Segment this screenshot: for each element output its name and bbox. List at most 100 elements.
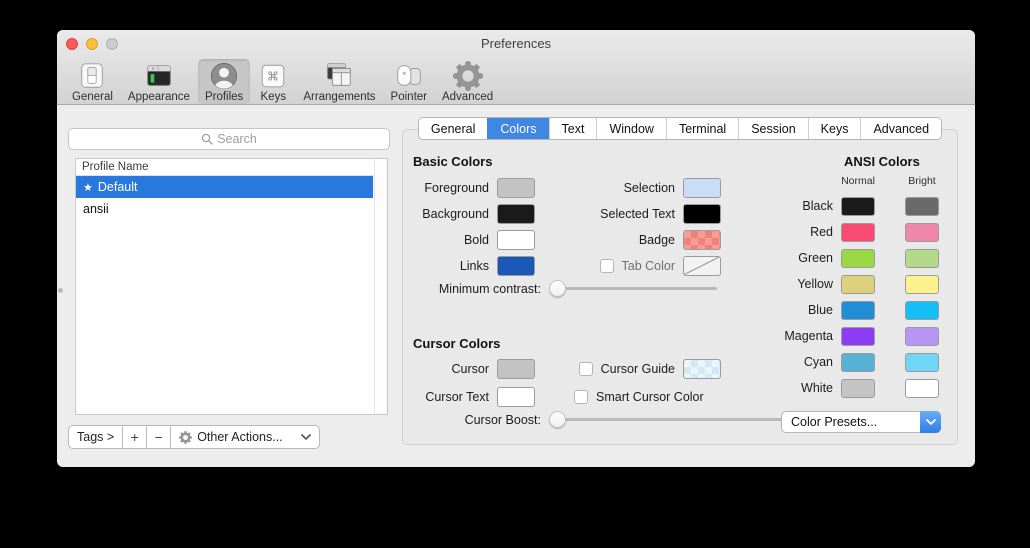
other-actions-label: Other Actions... (197, 430, 282, 444)
toolbar-item-advanced[interactable]: Advanced (435, 59, 500, 104)
minimum-contrast-label: Minimum contrast: (413, 282, 541, 296)
ansi-red-bright-well[interactable] (905, 223, 939, 242)
ansi-label: Cyan (804, 355, 833, 369)
search-icon (201, 133, 213, 145)
ansi-label: Magenta (784, 329, 833, 343)
ansi-black-normal-well[interactable] (841, 197, 875, 216)
ansi-magenta-bright-well[interactable] (905, 327, 939, 346)
cursor-text-label: Cursor Text (425, 390, 489, 404)
profile-name: ansii (83, 202, 109, 216)
ansi-label: Blue (808, 303, 833, 317)
links-label: Links (460, 259, 489, 273)
selection-color-well[interactable] (683, 178, 721, 198)
minimum-contrast-slider[interactable] (549, 280, 717, 297)
minimum-contrast-row: Minimum contrast: (413, 280, 717, 297)
appearance-window-icon: × (144, 61, 174, 91)
ansi-white-bright-well[interactable] (905, 379, 939, 398)
title-bar: Preferences (57, 30, 975, 57)
slider-knob[interactable] (549, 280, 566, 297)
tab-general[interactable]: General (419, 118, 487, 139)
cursor-guide-checkbox[interactable] (579, 362, 593, 376)
cursor-boost-label: Cursor Boost: (413, 413, 541, 427)
profile-row-ansii[interactable]: ansii (76, 198, 373, 220)
selected-text-row: Selected Text (503, 204, 721, 224)
tab-text[interactable]: Text (549, 118, 597, 139)
ansi-normal-header: Normal (841, 175, 875, 187)
tab-window[interactable]: Window (596, 118, 665, 139)
ansi-white-normal-well[interactable] (841, 379, 875, 398)
tab-color-checkbox[interactable] (600, 259, 614, 273)
ansi-blue-normal-well[interactable] (841, 301, 875, 320)
profiles-person-icon (209, 61, 239, 91)
slider-track (549, 287, 717, 290)
splitter-handle-dot[interactable] (58, 288, 63, 293)
add-profile-button[interactable]: + (123, 425, 147, 449)
ansi-magenta-normal-well[interactable] (841, 327, 875, 346)
toolbar-item-profiles[interactable]: Profiles (198, 59, 250, 104)
toolbar-label: Keys (261, 91, 287, 103)
badge-row: Badge (503, 230, 721, 250)
svg-text:×: × (151, 66, 154, 72)
window-title: Preferences (57, 36, 975, 51)
ansi-cyan-bright-well[interactable] (905, 353, 939, 372)
toolbar-label: Arrangements (303, 91, 375, 103)
ansi-black-bright-well[interactable] (905, 197, 939, 216)
smart-cursor-checkbox[interactable] (574, 390, 588, 404)
bold-label: Bold (464, 233, 489, 247)
color-presets-dropdown[interactable]: Color Presets... (781, 411, 941, 433)
remove-profile-button[interactable]: − (147, 425, 171, 449)
color-presets-label: Color Presets... (782, 415, 920, 429)
ansi-cyan-normal-well[interactable] (841, 353, 875, 372)
settings-tab-bar: General Colors Text Window Terminal Sess… (408, 117, 952, 140)
cursor-guide-row: Cursor Guide (503, 359, 721, 379)
ansi-row-cyan: Cyan (733, 352, 939, 372)
tab-keys[interactable]: Keys (808, 118, 861, 139)
selection-row: Selection (503, 178, 721, 198)
basic-colors-title: Basic Colors (413, 154, 492, 169)
cursor-text-color-well[interactable] (497, 387, 535, 407)
toolbar-item-pointer[interactable]: Pointer (384, 59, 434, 104)
badge-color-well[interactable] (683, 230, 721, 250)
ansi-red-normal-well[interactable] (841, 223, 875, 242)
ansi-green-bright-well[interactable] (905, 249, 939, 268)
ansi-label: Black (802, 199, 833, 213)
smart-cursor-label: Smart Cursor Color (596, 390, 704, 404)
tab-color-well[interactable] (683, 256, 721, 276)
chevron-down-icon (301, 434, 311, 440)
cursor-guide-color-well[interactable] (683, 359, 721, 379)
profile-table-scrollbar[interactable] (374, 159, 387, 414)
search-input[interactable]: Search (68, 128, 390, 150)
selected-text-color-well[interactable] (683, 204, 721, 224)
svg-text:⌘: ⌘ (267, 70, 279, 84)
cursor-text-row: Cursor Text (413, 387, 535, 407)
profile-row-default[interactable]: ★Default (76, 176, 373, 198)
preferences-window: Preferences General × Appearance (57, 30, 975, 467)
ansi-yellow-bright-well[interactable] (905, 275, 939, 294)
ansi-label: Red (810, 225, 833, 239)
toolbar-label: Profiles (205, 91, 243, 103)
ansi-green-normal-well[interactable] (841, 249, 875, 268)
tags-button[interactable]: Tags > (68, 425, 123, 449)
ansi-bright-header: Bright (908, 175, 935, 187)
toolbar-item-arrangements[interactable]: Arrangements (296, 59, 382, 104)
ansi-row-red: Red (733, 222, 939, 242)
tab-session[interactable]: Session (738, 118, 807, 139)
ansi-colors-title: ANSI Colors (844, 154, 920, 169)
selection-label: Selection (624, 181, 675, 195)
toolbar-item-general[interactable]: General (65, 59, 120, 104)
ansi-yellow-normal-well[interactable] (841, 275, 875, 294)
slider-knob[interactable] (549, 411, 566, 428)
tab-terminal[interactable]: Terminal (666, 118, 738, 139)
gear-icon (179, 431, 192, 444)
tab-colors[interactable]: Colors (487, 118, 548, 139)
search-placeholder: Search (217, 132, 257, 146)
toolbar-label: Advanced (442, 91, 493, 103)
ansi-row-magenta: Magenta (733, 326, 939, 346)
toolbar-label: Appearance (128, 91, 190, 103)
ansi-blue-bright-well[interactable] (905, 301, 939, 320)
other-actions-dropdown[interactable]: Other Actions... (171, 425, 319, 449)
toolbar-item-appearance[interactable]: × Appearance (121, 59, 197, 104)
toolbar-item-keys[interactable]: ⌘ Keys (251, 59, 295, 104)
tags-button-label: Tags > (77, 430, 114, 444)
tab-advanced[interactable]: Advanced (860, 118, 941, 139)
